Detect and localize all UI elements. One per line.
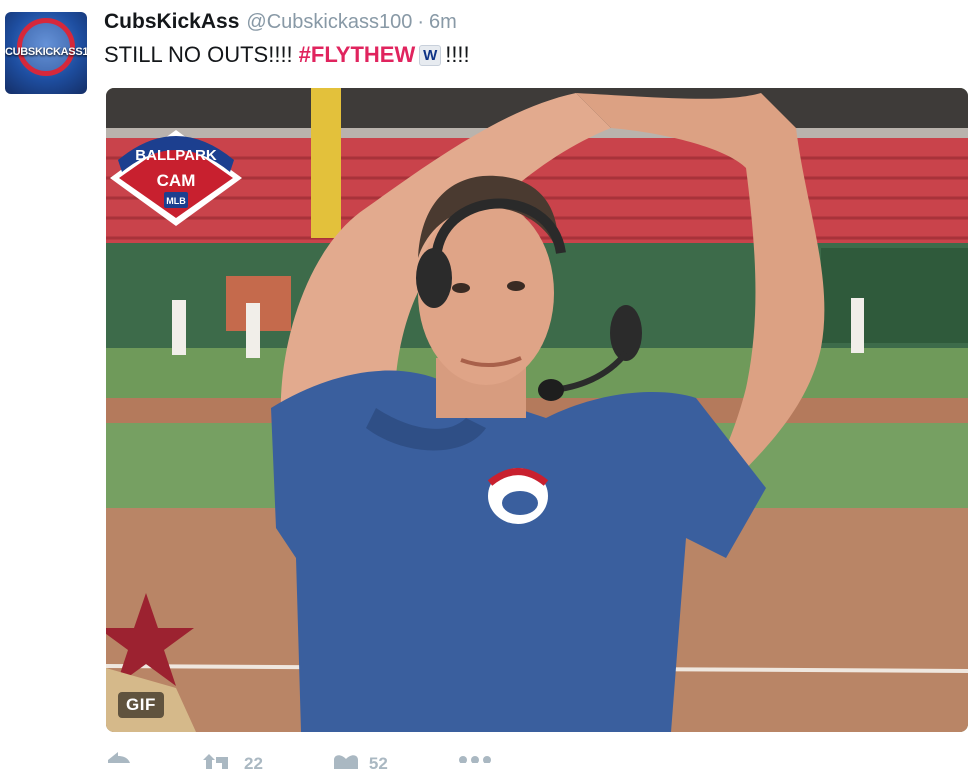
headset-mic bbox=[538, 379, 564, 401]
tweet-text-body: STILL NO OUTS!!!! bbox=[104, 42, 293, 67]
avatar-text: CUBSKICKASS100 bbox=[5, 46, 87, 58]
like-count: 52 bbox=[368, 754, 388, 773]
display-name[interactable]: CubsKickAss bbox=[104, 10, 239, 34]
tweet-text-suffix: !!!! bbox=[445, 42, 470, 67]
user-handle[interactable]: @Cubskickass100 bbox=[246, 11, 412, 34]
gif-scene: BALLPARK CAM MLB bbox=[106, 88, 968, 732]
foul-pole bbox=[311, 88, 341, 238]
reply-button[interactable] bbox=[106, 748, 132, 763]
logo-text-mlb: MLB bbox=[166, 196, 186, 206]
left-eye bbox=[452, 283, 470, 293]
like-button[interactable]: 52 bbox=[333, 748, 388, 774]
scoreboard bbox=[821, 248, 968, 343]
background-player bbox=[246, 303, 260, 358]
gif-badge: GIF bbox=[118, 692, 164, 718]
gif-media[interactable]: BALLPARK CAM MLB GIF bbox=[106, 88, 968, 732]
tweet-timestamp[interactable]: 6m bbox=[429, 11, 457, 34]
profile-avatar[interactable]: CUBSKICKASS100 bbox=[5, 12, 87, 94]
cubs-logo-bear bbox=[502, 491, 538, 515]
background-player bbox=[851, 298, 864, 353]
right-eye bbox=[507, 281, 525, 291]
cubs-chest-logo bbox=[487, 468, 549, 524]
logo-text-ballpark: BALLPARK bbox=[135, 147, 217, 164]
heart-icon bbox=[333, 754, 358, 769]
logo-text-cam: CAM bbox=[157, 171, 196, 190]
w-flag-emoji-icon: W bbox=[419, 44, 442, 66]
headset-right-earcup bbox=[610, 305, 642, 361]
tweet-text: STILL NO OUTS!!!! #FLYTHEW W !!!! bbox=[104, 42, 470, 68]
retweet-count: 22 bbox=[244, 754, 263, 773]
tweet-header: CubsKickAss @Cubskickass100 · 6m bbox=[104, 10, 457, 36]
headset-left-earcup bbox=[416, 248, 452, 308]
reply-icon bbox=[108, 752, 130, 763]
hashtag-link[interactable]: #FLYTHEW bbox=[299, 42, 416, 68]
tweet-actions: 22 52 bbox=[106, 748, 606, 773]
more-options-button[interactable] bbox=[458, 748, 492, 763]
more-dots-icon bbox=[458, 756, 491, 763]
retweet-icon bbox=[203, 753, 228, 769]
retweet-button[interactable]: 22 bbox=[202, 748, 263, 774]
header-separator: · bbox=[417, 11, 424, 33]
background-player bbox=[172, 300, 186, 355]
